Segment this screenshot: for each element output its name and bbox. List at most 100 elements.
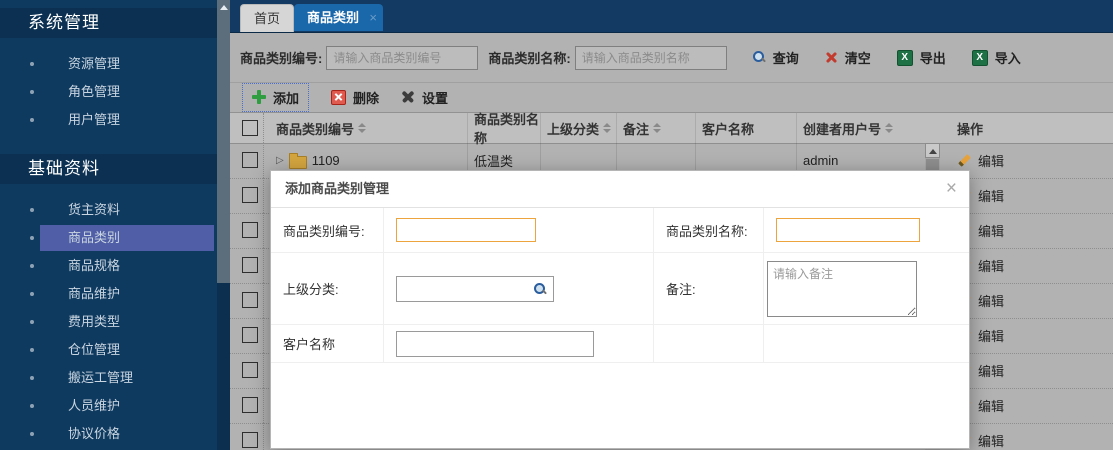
bullet-icon [30, 118, 34, 122]
dialog-customer-input[interactable] [396, 331, 594, 357]
bullet-icon [30, 376, 34, 380]
bullet-icon [30, 320, 34, 324]
select-all-checkbox[interactable] [242, 120, 258, 136]
sidebar-item-warehouse-mgmt[interactable]: 仓位管理 [0, 336, 230, 364]
tab-close-icon[interactable]: × [369, 4, 377, 31]
query-button[interactable]: 查询 [753, 48, 799, 67]
sidebar-item-user-mgmt[interactable]: 用户管理 [0, 106, 230, 134]
dialog-code-input[interactable] [396, 218, 536, 242]
column-header-remark[interactable]: 备注 [616, 113, 695, 143]
sort-icon[interactable] [653, 123, 661, 133]
dialog-parent-label: 上级分类: [271, 253, 384, 325]
row-checkbox[interactable] [242, 257, 258, 273]
dialog-remark-textarea[interactable] [767, 261, 917, 317]
excel-icon: X [897, 50, 913, 66]
bullet-icon [30, 432, 34, 436]
dialog-name-input[interactable] [776, 218, 920, 242]
column-header-code[interactable]: 商品类别编号 [270, 113, 467, 143]
tab-bar: 首页 商品类别 × [230, 0, 1113, 33]
search-icon[interactable] [534, 283, 547, 296]
category-name-label: 商品类别名称: [488, 48, 570, 67]
grid-toolbar: 添加 删除 设置 [230, 82, 1113, 113]
bullet-icon [30, 90, 34, 94]
category-code-input[interactable] [326, 46, 478, 70]
column-header-customer[interactable]: 客户名称 [695, 113, 796, 143]
sidebar-scrollbar-thumb[interactable] [217, 0, 230, 283]
sidebar-item-fee-type[interactable]: 费用类型 [0, 308, 230, 336]
sidebar: 系统管理 资源管理 角色管理 用户管理 基础资料 货主资料 商品类别 商品规格 … [0, 0, 230, 450]
sidebar-item-product-category[interactable]: 商品类别 [0, 224, 230, 252]
pencil-icon [957, 153, 972, 168]
dialog-form: 商品类别编号: 商品类别名称: 上级分类: 备注: 客户名称 [271, 208, 969, 448]
settings-button[interactable]: 设置 [401, 88, 448, 107]
folder-icon [289, 156, 307, 169]
column-header-name[interactable]: 商品类别名称 [467, 113, 540, 143]
add-button[interactable]: 添加 [242, 83, 309, 112]
plus-icon [252, 90, 266, 104]
tab-product-category[interactable]: 商品类别 × [294, 4, 383, 31]
clear-button[interactable]: 清空 [825, 48, 871, 67]
delete-icon [331, 90, 346, 105]
row-code: 1109 [312, 153, 340, 168]
table-header: 商品类别编号 商品类别名称 上级分类 备注 客户名称 创建者用户号 操作 [230, 112, 1113, 144]
main-area: 首页 商品类别 × 商品类别编号: 商品类别名称: 查询 清空 X 导出 X [230, 0, 1113, 450]
bullet-icon [30, 292, 34, 296]
dialog-header[interactable]: 添加商品类别管理 × [271, 171, 969, 208]
dialog-parent-text[interactable] [397, 277, 537, 301]
sidebar-section-basic-data: 基础资料 [0, 154, 230, 184]
add-category-dialog: 添加商品类别管理 × 商品类别编号: 商品类别名称: 上级分类: [270, 170, 970, 449]
row-checkbox[interactable] [242, 222, 258, 238]
sidebar-scrollbar[interactable] [217, 0, 230, 450]
sidebar-item-role-mgmt[interactable]: 角色管理 [0, 78, 230, 106]
tools-icon [401, 90, 415, 104]
sidebar-item-product-spec[interactable]: 商品规格 [0, 252, 230, 280]
import-button[interactable]: X 导入 [972, 48, 1021, 67]
sort-icon[interactable] [358, 123, 366, 133]
category-name-input[interactable] [575, 46, 727, 70]
bullet-icon [30, 236, 34, 240]
dialog-customer-label: 客户名称 [271, 325, 384, 363]
dialog-name-label: 商品类别名称: [654, 208, 764, 253]
row-checkbox[interactable] [242, 432, 258, 448]
red-x-icon [825, 51, 838, 64]
close-icon[interactable]: × [946, 171, 957, 207]
dialog-code-label: 商品类别编号: [271, 208, 384, 253]
sidebar-item-owner-data[interactable]: 货主资料 [0, 196, 230, 224]
bullet-icon [30, 208, 34, 212]
column-header-creator[interactable]: 创建者用户号 [796, 113, 925, 143]
row-checkbox[interactable] [242, 397, 258, 413]
sidebar-item-personnel-maintain[interactable]: 人员维护 [0, 392, 230, 420]
column-header-action: 操作 [951, 113, 1071, 143]
category-code-label: 商品类别编号: [240, 48, 322, 67]
delete-button[interactable]: 删除 [331, 88, 379, 107]
scroll-up-icon [220, 5, 228, 10]
export-button[interactable]: X 导出 [897, 48, 946, 67]
search-toolbar: 商品类别编号: 商品类别名称: 查询 清空 X 导出 X 导入 [230, 33, 1113, 83]
sort-icon[interactable] [603, 123, 611, 133]
bullet-icon [30, 404, 34, 408]
excel-icon: X [972, 50, 988, 66]
column-header-parent[interactable]: 上级分类 [540, 113, 616, 143]
bullet-icon [30, 62, 34, 66]
dialog-parent-input[interactable] [396, 276, 554, 302]
bullet-icon [30, 264, 34, 268]
dialog-title: 添加商品类别管理 [285, 171, 389, 207]
expand-arrow-icon[interactable]: ▷ [276, 156, 284, 166]
edit-link[interactable]: 编辑 [957, 151, 1004, 170]
row-checkbox[interactable] [242, 362, 258, 378]
sidebar-item-resource-mgmt[interactable]: 资源管理 [0, 50, 230, 78]
bullet-icon [30, 348, 34, 352]
sidebar-item-product-maintain[interactable]: 商品维护 [0, 280, 230, 308]
row-checkbox[interactable] [242, 152, 258, 168]
sidebar-item-porter-mgmt[interactable]: 搬运工管理 [0, 364, 230, 392]
sort-icon[interactable] [885, 123, 893, 133]
dialog-remark-label: 备注: [654, 253, 764, 325]
row-checkbox[interactable] [242, 292, 258, 308]
row-checkbox[interactable] [242, 187, 258, 203]
search-icon [753, 51, 766, 64]
tab-home[interactable]: 首页 [240, 4, 294, 32]
row-checkbox[interactable] [242, 327, 258, 343]
sidebar-section-system: 系统管理 [0, 8, 230, 38]
scroll-up-button[interactable] [925, 143, 940, 158]
sidebar-item-agreement-price[interactable]: 协议价格 [0, 420, 230, 448]
